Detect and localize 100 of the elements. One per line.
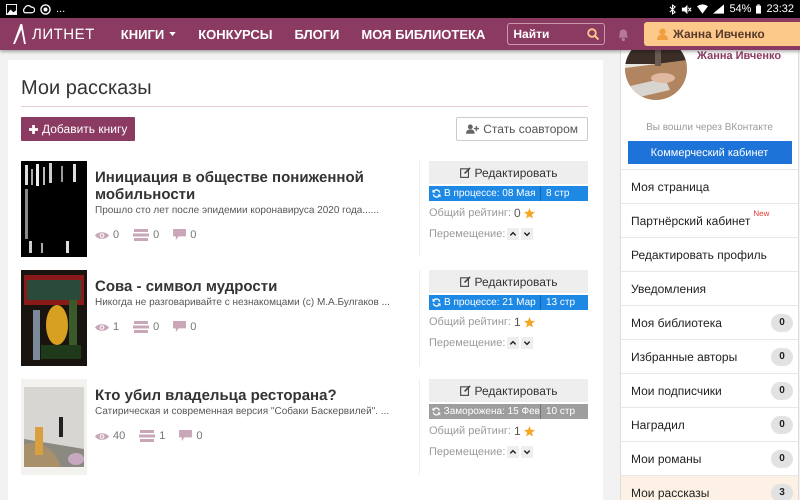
refresh-icon <box>432 298 441 307</box>
move-label: Перемещение: <box>429 228 506 240</box>
logo-text[interactable]: ЛИТНЕТ <box>32 26 95 42</box>
move-up-button[interactable] <box>507 446 520 458</box>
rating-value: 0 <box>514 206 521 220</box>
views-count: 1 <box>113 321 120 333</box>
chevron-up-icon <box>509 339 518 347</box>
bluetooth-icon <box>669 4 676 14</box>
user-plus-icon <box>466 124 480 134</box>
comment-icon <box>173 229 186 241</box>
move-up-button[interactable] <box>507 337 520 349</box>
add-book-button[interactable]: Добавить книгу <box>21 117 136 141</box>
menu-item[interactable]: Партнёрский кабинет New <box>621 203 798 237</box>
image-icon <box>6 4 17 14</box>
page-count: 10 стр <box>545 406 576 417</box>
rating-value: 1 <box>514 315 521 329</box>
menu-item[interactable]: Мои подписчики 0 <box>621 373 798 407</box>
move-label: Перемещение: <box>429 446 506 458</box>
wifi-icon <box>697 4 708 14</box>
edit-button[interactable]: Редактировать <box>429 379 588 402</box>
star-icon <box>524 426 535 436</box>
count-badge: 0 <box>771 348 793 366</box>
comments-count: 0 <box>196 430 202 442</box>
chevron-up-icon <box>509 448 518 456</box>
clock: 23:32 <box>766 3 794 15</box>
comment-icon <box>173 321 186 333</box>
count-badge: 0 <box>771 314 793 332</box>
nav-link[interactable]: БЛОГИ <box>294 26 340 42</box>
move-down-button[interactable] <box>521 337 534 349</box>
user-name[interactable]: Жанна Ивченко <box>697 50 782 62</box>
nav-link[interactable]: КОНКУРСЫ <box>198 26 272 42</box>
edit-icon <box>460 276 471 287</box>
cloud-icon <box>22 4 35 14</box>
menu-item[interactable]: Наградил 0 <box>621 407 798 441</box>
chevron-down-icon <box>523 230 532 238</box>
move-label: Перемещение: <box>429 337 506 349</box>
rating-label: Общий рейтинг: <box>429 207 511 219</box>
edit-button[interactable]: Редактировать <box>429 161 588 184</box>
book-title[interactable]: Инициация в обществе пониженной мобильности <box>95 169 411 203</box>
user-menu-button[interactable]: Жанна Ивченко <box>644 22 800 46</box>
book-title[interactable]: Сова - символ мудрости <box>95 278 411 295</box>
more-indicator: ... <box>56 3 66 15</box>
nav-link[interactable]: КНИГИ <box>120 26 176 42</box>
signal-icon <box>713 4 724 14</box>
edit-button[interactable]: Редактировать <box>429 270 588 293</box>
stack-icon <box>139 430 156 442</box>
views-count: 40 <box>113 430 126 442</box>
rating-value: 1 <box>514 424 521 438</box>
commercial-cabinet-button[interactable]: Коммерческий кабинет <box>628 141 792 164</box>
move-down-button[interactable] <box>521 228 534 240</box>
mute-icon <box>681 4 692 14</box>
comments-count: 0 <box>190 321 196 333</box>
refresh-icon <box>432 189 441 198</box>
stack-icon <box>133 321 150 333</box>
caret-icon <box>169 32 176 36</box>
count-badge: 3 <box>771 484 793 500</box>
comments-count: 0 <box>190 229 196 241</box>
status-text: В процессе: 21 Мар <box>444 297 536 308</box>
menu-item[interactable]: Моя страница <box>621 169 798 203</box>
count-badge: 0 <box>771 382 793 400</box>
book-excerpt: Прошло сто лет после эпидемии коронавируса 2020 года...... <box>95 205 380 216</box>
libraries-count: 1 <box>159 430 166 442</box>
libraries-count: 0 <box>153 321 160 333</box>
chevron-up-icon <box>509 230 518 238</box>
search-field[interactable]: Найти <box>507 23 606 45</box>
menu-item[interactable]: Редактировать профиль <box>621 237 798 271</box>
menu-item[interactable]: Мои рассказы 3 <box>621 475 798 500</box>
menu-item[interactable]: Моя библиотека 0 <box>621 305 798 339</box>
user-icon <box>656 28 668 40</box>
battery-icon <box>756 4 762 14</box>
move-down-button[interactable] <box>521 446 534 458</box>
eye-icon <box>95 230 109 240</box>
circle-icon <box>40 4 51 14</box>
status-text: В процессе: 08 Мая <box>444 188 536 199</box>
book-title[interactable]: Кто убил владельца ресторана? <box>95 387 411 404</box>
views-count: 0 <box>113 229 120 241</box>
edit-icon <box>460 167 471 178</box>
edit-icon <box>460 385 471 396</box>
book-excerpt: Сатирическая и современная версия "Собаки Баскервилей". ... <box>95 406 390 417</box>
rating-label: Общий рейтинг: <box>429 425 511 437</box>
refresh-icon <box>432 407 441 416</box>
status-text: Заморожена: 15 Фев <box>444 406 540 417</box>
menu-item[interactable]: Уведомления <box>621 271 798 305</box>
plus-icon <box>29 124 38 134</box>
comment-icon <box>179 430 192 442</box>
nav-link[interactable]: МОЯ БИБЛИОТЕКА <box>361 26 486 42</box>
page-count: 8 стр <box>545 188 570 199</box>
new-label: New <box>753 209 770 218</box>
menu-item[interactable]: Избранные авторы 0 <box>621 339 798 373</box>
star-icon <box>524 208 535 218</box>
coauthor-button[interactable]: Стать соавтором <box>456 117 588 141</box>
move-up-button[interactable] <box>507 228 520 240</box>
chevron-down-icon <box>523 339 532 347</box>
search-icon[interactable] <box>587 28 600 40</box>
rating-label: Общий рейтинг: <box>429 316 511 328</box>
eye-icon <box>95 432 109 440</box>
count-badge: 0 <box>771 450 793 468</box>
eye-icon <box>95 322 109 332</box>
page-count: 13 стр <box>545 297 576 308</box>
libraries-count: 0 <box>153 229 160 241</box>
